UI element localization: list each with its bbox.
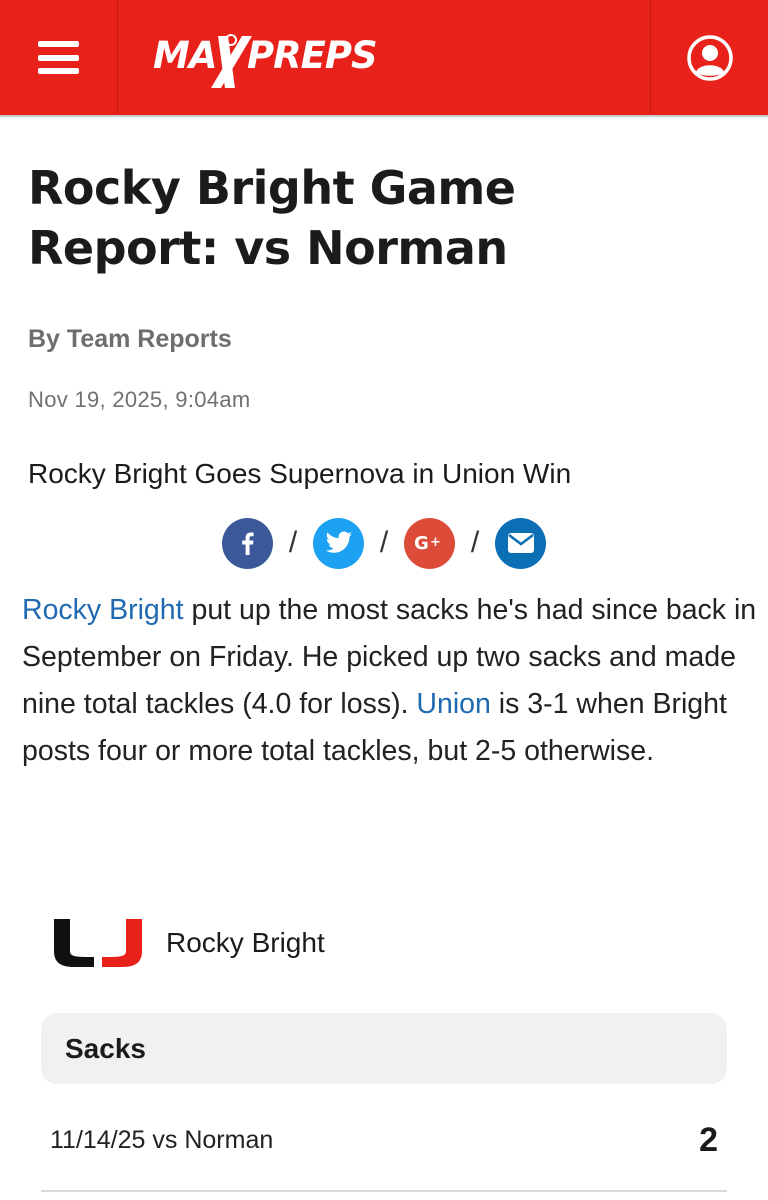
share-bar: / / G + / <box>222 517 546 569</box>
stat-row-game: 11/14/25 vs Norman <box>50 1125 274 1154</box>
twitter-share-button[interactable] <box>313 517 364 569</box>
row-divider <box>41 1190 727 1192</box>
google-plus-icon: G + <box>414 533 441 554</box>
facebook-share-button[interactable] <box>222 517 273 569</box>
share-separator: / <box>288 526 298 559</box>
stat-category-label: Sacks <box>65 1032 146 1064</box>
facebook-icon <box>241 532 254 555</box>
email-share-button[interactable] <box>495 517 546 569</box>
team-link[interactable]: Union <box>416 688 490 720</box>
twitter-icon <box>325 531 352 553</box>
menu-button[interactable] <box>0 0 118 115</box>
google-plus-share-button[interactable]: G + <box>404 517 455 569</box>
share-separator: / <box>470 526 480 559</box>
maxpreps-logo[interactable]: MA PREPS <box>145 22 390 94</box>
stat-category-header: Sacks <box>41 1013 727 1084</box>
stat-row[interactable]: 11/14/25 vs Norman 2 <box>50 1114 718 1166</box>
email-icon <box>507 533 534 553</box>
hamburger-menu-icon <box>38 41 79 74</box>
svg-text:+: + <box>430 535 441 550</box>
article-date: Nov 19, 2025, 9:04am <box>28 387 251 412</box>
article-subheadline: Rocky Bright Goes Supernova in Union Win <box>28 458 572 489</box>
svg-text:G: G <box>414 533 429 554</box>
article-headline: Rocky Bright Game Report: vs Norman <box>28 161 516 275</box>
player-link[interactable]: Rocky Bright <box>22 594 184 626</box>
user-account-button[interactable] <box>650 0 768 115</box>
svg-text:MA: MA <box>153 34 216 77</box>
user-account-icon <box>686 34 733 81</box>
svg-text:PREPS: PREPS <box>247 34 377 77</box>
share-separator: / <box>379 526 389 559</box>
union-u-logo-icon <box>54 918 142 967</box>
article-byline[interactable]: By Team Reports <box>28 325 232 354</box>
article-body: Rocky Bright put up the most sacks he's … <box>22 587 757 775</box>
player-name: Rocky Bright <box>166 926 325 958</box>
player-header[interactable]: Rocky Bright <box>52 915 325 970</box>
top-navigation-bar: MA PREPS <box>0 0 768 117</box>
stat-row-value: 2 <box>699 1120 718 1159</box>
